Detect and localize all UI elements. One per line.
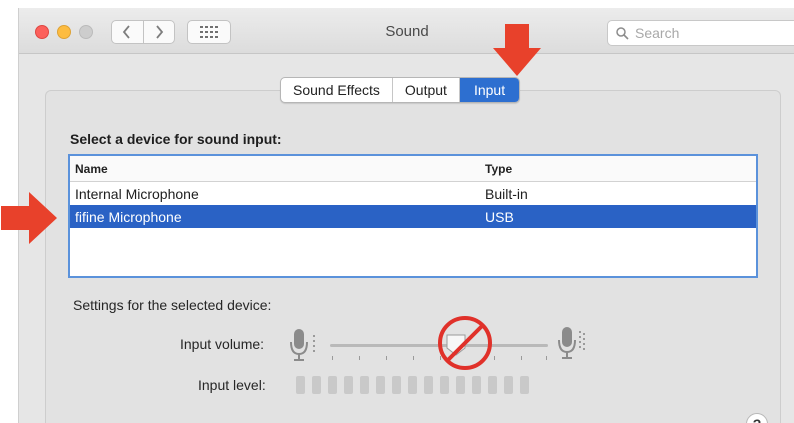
- level-segment: [360, 376, 369, 394]
- level-segment: [376, 376, 385, 394]
- pane-tabs: Sound Effects Output Input: [280, 77, 521, 103]
- level-segment: [440, 376, 449, 394]
- settings-label: Settings for the selected device:: [73, 297, 272, 313]
- tab-output[interactable]: Output: [393, 78, 460, 102]
- device-name: Internal Microphone: [75, 185, 199, 202]
- search-icon: [616, 26, 629, 40]
- level-segment: [328, 376, 337, 394]
- microphone-low-icon: [290, 329, 315, 361]
- slider-tick: [413, 356, 414, 360]
- slider-tick: [494, 356, 495, 360]
- annotation-arrow-right-icon: [1, 192, 57, 244]
- help-button[interactable]: ?: [746, 413, 768, 423]
- slider-tick: [521, 356, 522, 360]
- table-row[interactable]: Internal Microphone Built-in: [70, 182, 756, 205]
- title-bar: Sound Search: [19, 8, 794, 54]
- sound-preferences-window: Sound Search Sound Effects Output Input …: [1, 8, 794, 423]
- search-field[interactable]: Search: [607, 20, 794, 46]
- table-row-selected[interactable]: fifine Microphone USB: [70, 205, 756, 228]
- slider-tick: [359, 356, 360, 360]
- annotation-arrow-down-icon: [493, 24, 541, 76]
- device-name: fifine Microphone: [75, 208, 182, 225]
- slider-tick: [332, 356, 333, 360]
- tab-sound-effects[interactable]: Sound Effects: [281, 78, 393, 102]
- level-segment: [520, 376, 529, 394]
- column-header-type[interactable]: Type: [481, 162, 512, 176]
- level-segment: [344, 376, 353, 394]
- level-segment: [312, 376, 321, 394]
- level-segment: [472, 376, 481, 394]
- table-header: Name Type: [70, 156, 756, 182]
- input-level-label: Input level:: [198, 377, 266, 393]
- level-segment: [408, 376, 417, 394]
- tab-input[interactable]: Input: [459, 78, 520, 102]
- input-settings-panel: Select a device for sound input: Name Ty…: [45, 90, 781, 423]
- input-device-table[interactable]: Name Type Internal Microphone Built-in f…: [68, 154, 758, 278]
- column-header-name[interactable]: Name: [70, 162, 481, 176]
- level-segment: [488, 376, 497, 394]
- device-type: Built-in: [485, 185, 528, 202]
- slider-tick: [386, 356, 387, 360]
- microphone-high-icon: [558, 327, 585, 359]
- level-segment: [296, 376, 305, 394]
- search-placeholder: Search: [635, 25, 680, 41]
- prohibited-icon: [438, 316, 492, 370]
- device-list-heading: Select a device for sound input:: [70, 131, 282, 147]
- slider-tick: [546, 356, 547, 360]
- level-segment: [424, 376, 433, 394]
- level-segment: [504, 376, 513, 394]
- level-segment: [456, 376, 465, 394]
- level-segment: [392, 376, 401, 394]
- input-level-meter: [296, 376, 529, 394]
- input-volume-label: Input volume:: [180, 336, 265, 352]
- device-type: USB: [485, 208, 514, 225]
